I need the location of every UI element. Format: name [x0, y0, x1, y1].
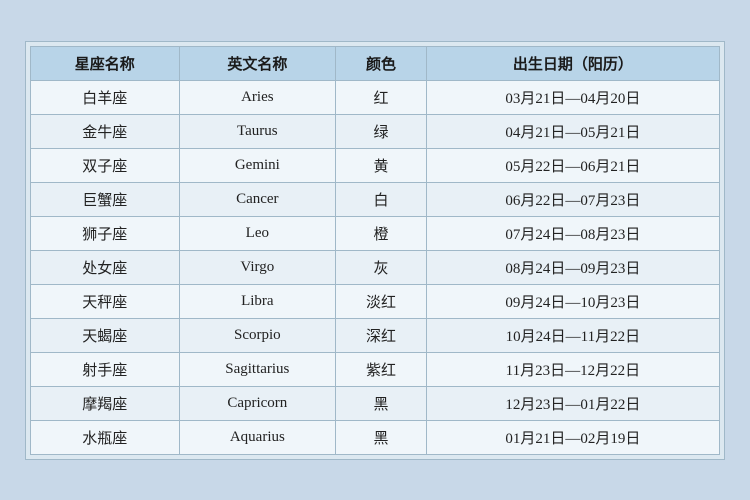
cell-color: 黄 — [336, 148, 427, 182]
cell-dates: 03月21日—04月20日 — [426, 80, 719, 114]
table-row: 金牛座Taurus绿04月21日—05月21日 — [31, 114, 720, 148]
header-chinese-name: 星座名称 — [31, 46, 180, 80]
header-color: 颜色 — [336, 46, 427, 80]
cell-chinese-name: 天秤座 — [31, 284, 180, 318]
cell-english-name: Capricorn — [179, 386, 336, 420]
cell-color: 橙 — [336, 216, 427, 250]
cell-dates: 11月23日—12月22日 — [426, 352, 719, 386]
cell-color: 淡红 — [336, 284, 427, 318]
header-english-name: 英文名称 — [179, 46, 336, 80]
cell-dates: 01月21日—02月19日 — [426, 420, 719, 454]
cell-english-name: Virgo — [179, 250, 336, 284]
table-row: 摩羯座Capricorn黑12月23日—01月22日 — [31, 386, 720, 420]
cell-dates: 07月24日—08月23日 — [426, 216, 719, 250]
cell-color: 绿 — [336, 114, 427, 148]
table-header-row: 星座名称 英文名称 颜色 出生日期（阳历） — [31, 46, 720, 80]
cell-english-name: Gemini — [179, 148, 336, 182]
cell-english-name: Scorpio — [179, 318, 336, 352]
cell-dates: 12月23日—01月22日 — [426, 386, 719, 420]
cell-color: 白 — [336, 182, 427, 216]
table-row: 狮子座Leo橙07月24日—08月23日 — [31, 216, 720, 250]
zodiac-table-container: 星座名称 英文名称 颜色 出生日期（阳历） 白羊座Aries红03月21日—04… — [25, 41, 725, 460]
cell-english-name: Libra — [179, 284, 336, 318]
cell-chinese-name: 天蝎座 — [31, 318, 180, 352]
table-row: 白羊座Aries红03月21日—04月20日 — [31, 80, 720, 114]
cell-chinese-name: 处女座 — [31, 250, 180, 284]
cell-english-name: Sagittarius — [179, 352, 336, 386]
cell-dates: 10月24日—11月22日 — [426, 318, 719, 352]
cell-color: 紫红 — [336, 352, 427, 386]
cell-english-name: Leo — [179, 216, 336, 250]
cell-chinese-name: 射手座 — [31, 352, 180, 386]
cell-chinese-name: 狮子座 — [31, 216, 180, 250]
cell-english-name: Cancer — [179, 182, 336, 216]
table-row: 处女座Virgo灰08月24日—09月23日 — [31, 250, 720, 284]
zodiac-table: 星座名称 英文名称 颜色 出生日期（阳历） 白羊座Aries红03月21日—04… — [30, 46, 720, 455]
cell-chinese-name: 水瓶座 — [31, 420, 180, 454]
cell-english-name: Aries — [179, 80, 336, 114]
cell-chinese-name: 白羊座 — [31, 80, 180, 114]
cell-chinese-name: 双子座 — [31, 148, 180, 182]
header-dates: 出生日期（阳历） — [426, 46, 719, 80]
cell-dates: 09月24日—10月23日 — [426, 284, 719, 318]
table-row: 天蝎座Scorpio深红10月24日—11月22日 — [31, 318, 720, 352]
cell-color: 红 — [336, 80, 427, 114]
table-row: 射手座Sagittarius紫红11月23日—12月22日 — [31, 352, 720, 386]
table-row: 巨蟹座Cancer白06月22日—07月23日 — [31, 182, 720, 216]
table-body: 白羊座Aries红03月21日—04月20日金牛座Taurus绿04月21日—0… — [31, 80, 720, 454]
table-row: 水瓶座Aquarius黑01月21日—02月19日 — [31, 420, 720, 454]
cell-chinese-name: 巨蟹座 — [31, 182, 180, 216]
table-row: 天秤座Libra淡红09月24日—10月23日 — [31, 284, 720, 318]
cell-chinese-name: 摩羯座 — [31, 386, 180, 420]
cell-english-name: Taurus — [179, 114, 336, 148]
cell-color: 深红 — [336, 318, 427, 352]
cell-dates: 05月22日—06月21日 — [426, 148, 719, 182]
table-row: 双子座Gemini黄05月22日—06月21日 — [31, 148, 720, 182]
cell-dates: 06月22日—07月23日 — [426, 182, 719, 216]
cell-english-name: Aquarius — [179, 420, 336, 454]
cell-color: 灰 — [336, 250, 427, 284]
cell-dates: 08月24日—09月23日 — [426, 250, 719, 284]
cell-color: 黑 — [336, 386, 427, 420]
cell-chinese-name: 金牛座 — [31, 114, 180, 148]
cell-dates: 04月21日—05月21日 — [426, 114, 719, 148]
cell-color: 黑 — [336, 420, 427, 454]
